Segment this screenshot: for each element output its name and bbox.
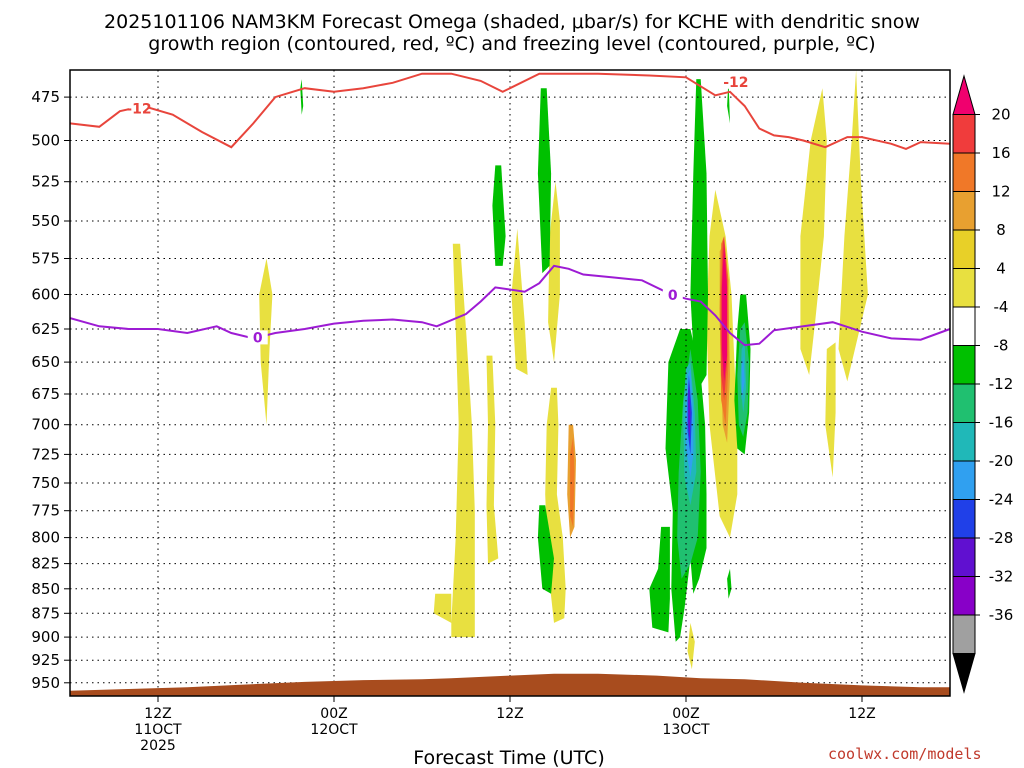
colorbar-swatch-9 [952,422,976,462]
y-tick-label-3: 550 [31,212,60,230]
x-axis-ticks: 12Z11OCT202500Z12OCT12Z 00Z13OCT12Z [134,696,876,754]
colorbar-swatch-7 [952,345,976,385]
chart-title-line1: 2025101106 NAM3KM Forecast Omega (shaded… [104,11,920,33]
omega-region-9 [825,342,836,478]
contour-label-0: -12 [126,101,151,117]
omega-region-8 [838,70,868,382]
colorbar-label-6: -8 [994,337,1009,355]
y-tick-label-1: 500 [31,132,60,150]
contour-label-1: -12 [723,75,748,91]
y-tick-label-9: 700 [31,416,60,434]
omega-region-1 [433,243,475,638]
omega-region-11 [537,88,552,274]
colorbar-swatch-1 [952,114,976,154]
omega-region-16 [690,79,708,388]
y-tick-label-5: 600 [31,286,60,304]
colorbar-swatch-6 [952,306,976,346]
colorbar-label-11: -28 [989,529,1014,547]
colorbar-label-7: -12 [989,375,1014,393]
colorbar-label-4: 4 [996,260,1006,278]
y-tick-label-6: 625 [31,320,60,338]
colorbar-swatch-3 [952,191,976,231]
terrain [70,673,950,696]
colorbar-label-13: -36 [989,606,1014,624]
omega-region-12 [492,165,506,266]
y-tick-label-10: 725 [31,445,60,463]
y-tick-label-8: 675 [31,385,60,403]
y-tick-label-11: 750 [31,474,60,492]
x-tick-label-1-0: 00Z [320,706,347,722]
colorbar-swatch-12 [952,537,976,577]
colorbar-label-10: -24 [989,491,1014,509]
y-tick-label-17: 900 [31,628,60,646]
omega-shading [259,70,868,670]
x-tick-label-4-0: 12Z [848,706,875,722]
omega-region-14 [649,526,670,633]
y-tick-label-13: 800 [31,529,60,547]
colorbar-label-12: -32 [989,568,1014,586]
colorbar-label-9: -20 [989,452,1014,470]
y-tick-label-12: 775 [31,502,60,520]
colorbar-label-2: 12 [991,183,1010,201]
x-tick-label-2-0: 12Z [496,706,523,722]
omega-region-10 [687,622,695,670]
colorbar-swatch-8 [952,383,976,423]
omega-region-18 [727,568,732,599]
y-tick-label-18: 925 [31,651,60,669]
x-axis-label: Forecast Time (UTC) [413,747,604,768]
contour-label-3: 0 [668,288,678,304]
colorbar-label-1: 16 [991,144,1010,162]
colorbar-label-0: 20 [991,106,1010,124]
colorbar-top-triangle [952,74,976,115]
y-tick-label-15: 850 [31,580,60,598]
x-tick-label-1-1: 12OCT [310,722,358,738]
x-tick-label-0-0: 12Z [144,706,171,722]
colorbar-label-3: 8 [996,221,1006,239]
y-tick-label-16: 875 [31,604,60,622]
colorbar-label-5: -4 [994,298,1009,316]
colorbar-swatch-5 [952,268,976,308]
y-tick-label-19: 950 [31,674,60,692]
y-tick-label-7: 650 [31,353,60,371]
colorbar: 20 16 12 8 4 -4 -8 -12 -16 -20 -24 -28 -32 -36 [952,74,1014,694]
x-tick-label-3-1: 13OCT [662,722,710,738]
colorbar-label-8: -16 [989,414,1014,432]
y-axis-ticks: 475 500 525 550 575 600 625 650 675 700 725 750 775 8… [31,88,70,692]
colorbar-bottom-triangle [952,653,976,694]
colorbar-swatch-4 [952,229,976,269]
y-tick-label-4: 575 [31,250,60,268]
colorbar-swatch-11 [952,499,976,539]
x-tick-label-3-0: 00Z [672,706,699,722]
colorbar-swatch-14 [952,614,976,654]
omega-region-3 [511,228,528,375]
omega-cross-section-chart: 2025101106 NAM3KM Forecast Omega (shaded… [31,11,1014,768]
contour-label-2: 0 [253,330,263,346]
y-tick-label-2: 525 [31,173,60,191]
omega-region-2 [486,355,499,564]
x-tick-label-0-2: 2025 [140,738,176,754]
colorbar-swatch-10 [952,460,976,500]
terrain-fill [70,673,950,696]
x-tick-label-0-1: 11OCT [134,722,182,738]
chart-title-line2: growth region (contoured, red, ºC) and f… [148,33,875,55]
colorbar-swatch-2 [952,152,976,192]
y-tick-label-0: 475 [31,88,60,106]
colorbar-swatch-13 [952,576,976,616]
credit-text: coolwx.com/models [828,745,982,763]
y-tick-label-14: 825 [31,555,60,573]
omega-region-7 [800,88,827,375]
